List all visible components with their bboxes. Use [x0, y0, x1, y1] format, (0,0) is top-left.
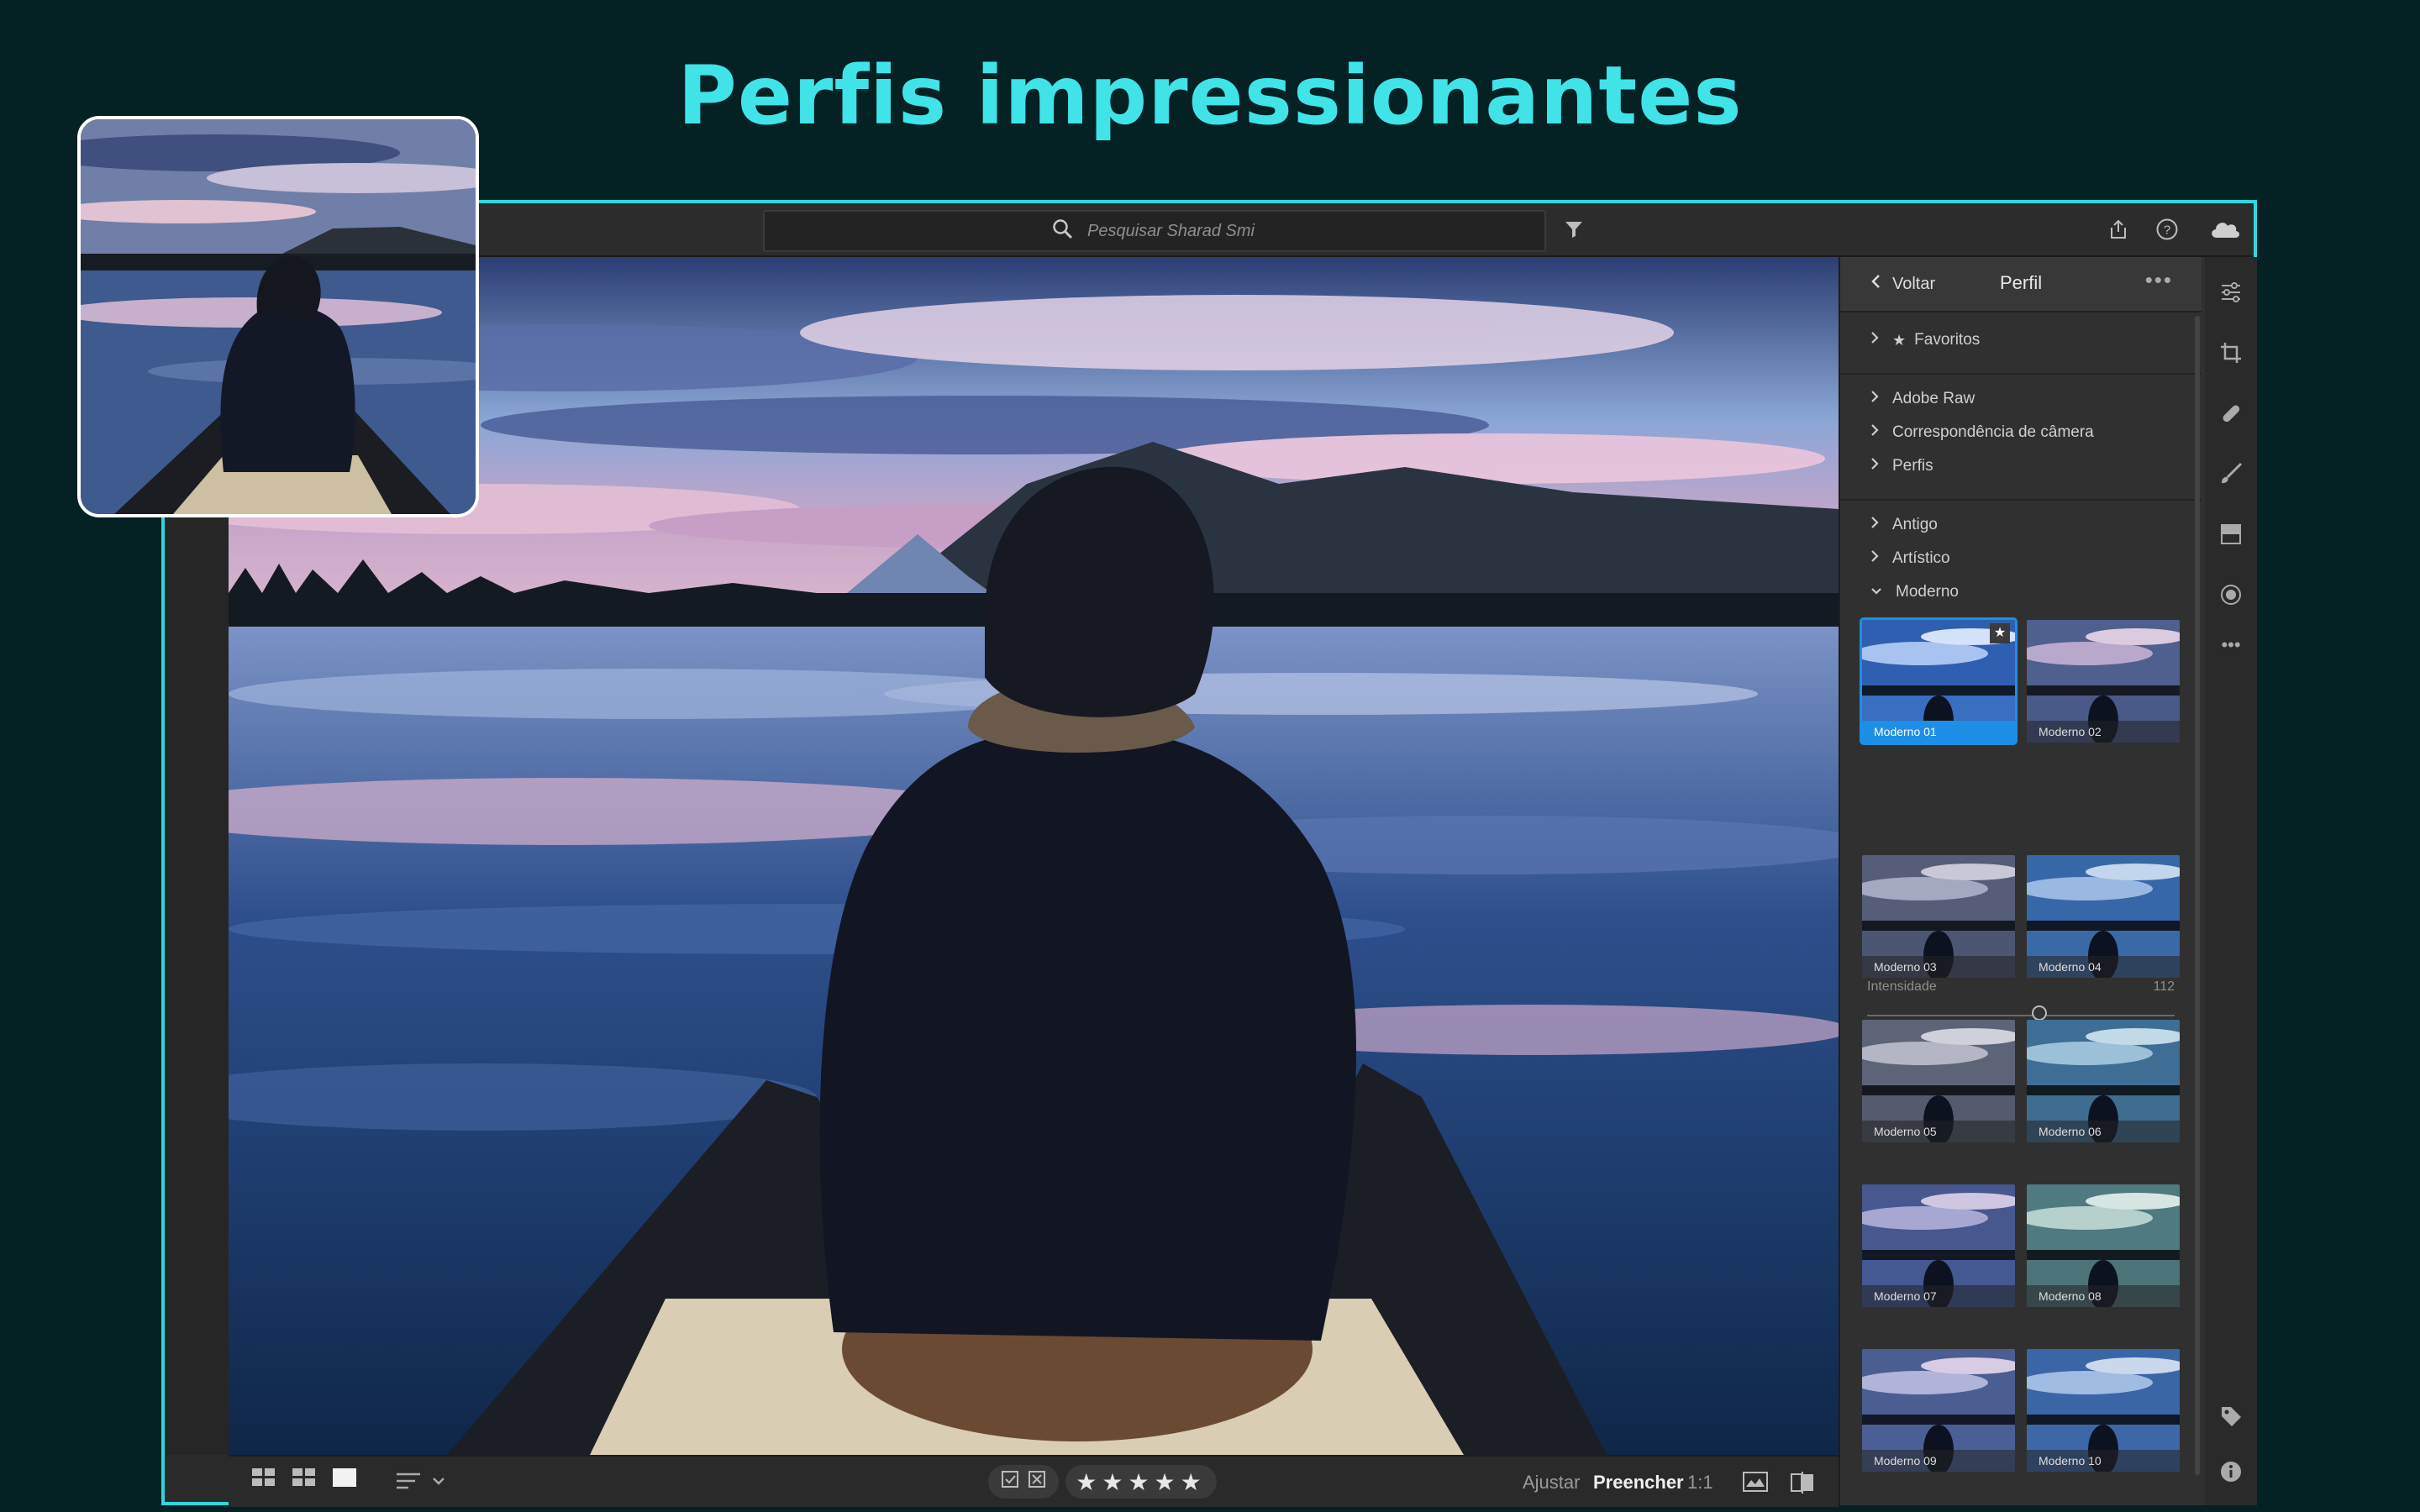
star-icon: ★ — [1892, 331, 1907, 349]
preview-image — [81, 119, 476, 514]
cloud-icon[interactable] — [2207, 215, 2244, 244]
thumbnail-label: Moderno 02 — [2027, 721, 2180, 743]
profile-thumbnail[interactable]: Moderno 04 — [2027, 855, 2180, 978]
search-input[interactable] — [1086, 220, 1257, 242]
bottom-bar: ★★★★★ Ajustar Preencher 1:1 — [229, 1455, 1839, 1507]
thumbnail-label: Moderno 04 — [2027, 956, 2180, 978]
compare-icon[interactable] — [1790, 1472, 1815, 1494]
single-view-icon[interactable] — [333, 1468, 356, 1487]
thumbnail-label: Moderno 03 — [1862, 956, 2015, 978]
help-icon[interactable]: ? — [2153, 215, 2181, 244]
group-vintage[interactable]: Antigo — [1870, 516, 1938, 534]
thumbnail-label: Moderno 08 — [2027, 1285, 2180, 1307]
profile-thumbnail[interactable]: Moderno 07 — [1862, 1184, 2015, 1307]
original-photo-preview — [77, 116, 479, 517]
group-profiles[interactable]: Perfis — [1870, 457, 1933, 475]
slider-handle[interactable] — [2031, 1005, 2047, 1021]
divider — [1840, 373, 2202, 375]
profile-thumbnail[interactable]: Moderno 05 — [1862, 1020, 2015, 1142]
edit-sliders-icon[interactable] — [2217, 279, 2244, 306]
slider-track[interactable] — [1867, 1015, 2175, 1016]
share-icon[interactable] — [2104, 215, 2133, 244]
group-camera-matching[interactable]: Correspondência de câmera — [1870, 423, 2094, 442]
tag-icon[interactable] — [2217, 1403, 2244, 1430]
thumbnail-label: Moderno 07 — [1862, 1285, 2015, 1307]
thumbnail-label: Moderno 10 — [2027, 1450, 2180, 1472]
thumbnail-label: Moderno 06 — [2027, 1121, 2180, 1142]
linear-gradient-icon[interactable] — [2217, 521, 2244, 548]
intensity-slider[interactable]: Intensidade 112 — [1867, 979, 2175, 1021]
group-label: Perfis — [1892, 457, 1933, 475]
more-icon[interactable]: ••• — [2145, 267, 2173, 293]
chevron-left-icon — [1870, 274, 1881, 294]
profile-thumbnail[interactable]: Moderno 10 — [2027, 1349, 2180, 1472]
search-icon — [1052, 218, 1074, 244]
chevron-right-icon — [1870, 457, 1879, 475]
chevron-right-icon — [1870, 331, 1879, 349]
before-after-icon[interactable] — [1743, 1472, 1768, 1492]
chevron-right-icon — [1870, 549, 1879, 568]
fill-button[interactable]: Preencher — [1593, 1472, 1684, 1494]
panel-title: Perfil — [2000, 272, 2043, 293]
adjust-label: Ajustar — [1523, 1472, 1581, 1493]
profile-thumbnail[interactable]: Moderno 02 — [2027, 620, 2180, 743]
back-label: Voltar — [1892, 274, 1936, 293]
group-label: Artístico — [1892, 549, 1950, 567]
crop-icon[interactable] — [2217, 339, 2244, 366]
rating-controls: ★★★★★ — [988, 1465, 1217, 1499]
ratio-button[interactable]: 1:1 — [1687, 1472, 1713, 1494]
profile-thumbnail[interactable]: Moderno 09 — [1862, 1349, 2015, 1472]
healing-brush-icon[interactable] — [2217, 400, 2244, 427]
thumbnail-label: Moderno 01 — [1862, 721, 2015, 743]
filter-icon[interactable] — [1560, 215, 1588, 244]
profile-thumbnail[interactable]: ★ Moderno 01 — [1860, 617, 2018, 745]
group-favorites[interactable]: ★ Favoritos — [1870, 331, 1980, 349]
chevron-right-icon — [1870, 423, 1879, 442]
grid-small-icon[interactable] — [252, 1468, 276, 1487]
panel-header: Voltar Perfil ••• — [1840, 257, 2202, 312]
star-rating[interactable]: ★★★★★ — [1065, 1465, 1217, 1499]
group-label: Correspondência de câmera — [1892, 423, 2094, 441]
profile-thumbnail[interactable]: Moderno 08 — [2027, 1184, 2180, 1307]
flag-reject-icon[interactable] — [1028, 1470, 1046, 1494]
radial-gradient-icon[interactable] — [2217, 581, 2244, 608]
tool-strip: ••• — [2205, 257, 2257, 1505]
group-artistic[interactable]: Artístico — [1870, 549, 1950, 568]
info-icon[interactable] — [2217, 1458, 2244, 1485]
brush-icon[interactable] — [2217, 460, 2244, 487]
thumbnail-label: Moderno 05 — [1862, 1121, 2015, 1142]
chevron-down-icon — [1870, 583, 1882, 601]
group-adobe-raw[interactable]: Adobe Raw — [1870, 390, 1975, 408]
chevron-right-icon — [1870, 390, 1879, 408]
profile-panel: Voltar Perfil ••• ★ Favoritos Adobe Raw … — [1839, 257, 2207, 1505]
group-label: Adobe Raw — [1892, 390, 1975, 407]
group-label: Moderno — [1896, 583, 1959, 601]
flag-pick-icon[interactable] — [1001, 1470, 1019, 1494]
divider — [1840, 499, 2202, 501]
grid-large-icon[interactable] — [292, 1468, 316, 1487]
favorites-label: Favoritos — [1914, 331, 1981, 349]
svg-text:?: ? — [2164, 223, 2170, 238]
group-label: Antigo — [1892, 516, 1938, 533]
intensity-label: Intensidade — [1867, 979, 1937, 994]
profile-thumbnail[interactable]: Moderno 06 — [2027, 1020, 2180, 1142]
intensity-value: 112 — [2153, 979, 2175, 994]
back-button[interactable]: Voltar — [1870, 274, 1935, 294]
flag-controls[interactable] — [988, 1465, 1059, 1499]
chevron-right-icon — [1870, 516, 1879, 534]
favorite-star-icon[interactable]: ★ — [1990, 623, 2010, 643]
profile-thumbnail[interactable]: Moderno 03 — [1862, 855, 2015, 978]
sort-icon[interactable] — [397, 1472, 447, 1490]
panel-scrollbar[interactable] — [2195, 316, 2200, 1475]
group-modern[interactable]: Moderno — [1870, 583, 1959, 601]
search-box[interactable] — [763, 210, 1546, 252]
more-tools-icon[interactable]: ••• — [2217, 632, 2244, 659]
thumbnail-label: Moderno 09 — [1862, 1450, 2015, 1472]
